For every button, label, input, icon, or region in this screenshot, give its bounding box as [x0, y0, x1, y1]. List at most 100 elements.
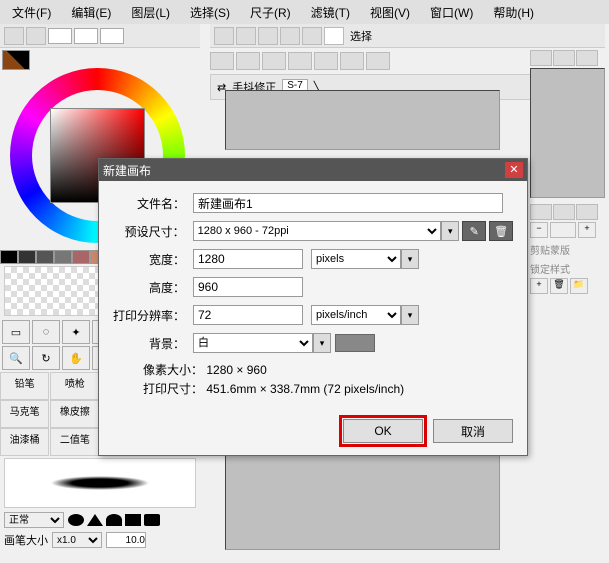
tool-b[interactable]	[236, 27, 256, 45]
doc-tab[interactable]	[340, 52, 364, 70]
tool-a[interactable]	[214, 27, 234, 45]
filename-input[interactable]	[193, 193, 503, 213]
tool-c[interactable]	[258, 27, 278, 45]
new-layer-btn[interactable]: +	[530, 278, 548, 294]
tab-bucket[interactable]: 油漆桶	[0, 428, 49, 456]
swatch[interactable]	[54, 250, 72, 264]
height-input[interactable]	[193, 277, 303, 297]
res-label: 打印分辨率：	[113, 307, 185, 324]
print-size-label: 打印尺寸：	[143, 382, 203, 396]
swatch[interactable]	[18, 250, 36, 264]
menu-select[interactable]: 选择(S)	[182, 2, 238, 23]
clip-mask-label: 剪贴蒙版	[530, 242, 605, 257]
layer-tab[interactable]	[553, 50, 575, 66]
cancel-button[interactable]: 取消	[433, 419, 513, 443]
layer-btn-row: + 🗑 📁	[530, 278, 605, 294]
layer-tab[interactable]	[576, 50, 598, 66]
menu-help[interactable]: 帮助(H)	[485, 2, 542, 23]
brush-size-label: 画笔大小	[4, 532, 48, 548]
shape-dome[interactable]	[106, 514, 122, 526]
tab-eraser[interactable]: 橡皮擦	[50, 400, 99, 428]
dialog-titlebar[interactable]: 新建画布 ✕	[99, 159, 527, 181]
zoom-tool[interactable]: 🔍	[2, 346, 30, 370]
top-toolbar: 选择	[210, 24, 605, 48]
swatch[interactable]	[36, 250, 54, 264]
val-input[interactable]	[100, 28, 124, 44]
bg-label: 背景：	[113, 335, 185, 352]
width-input[interactable]	[193, 249, 303, 269]
canvas-area-top[interactable]	[225, 90, 500, 150]
swatch[interactable]	[72, 250, 90, 264]
layer-tabs	[530, 50, 605, 66]
pen-icon[interactable]: ✎	[462, 221, 486, 241]
layer-list[interactable]	[530, 68, 605, 198]
hand-tool[interactable]: ✋	[62, 346, 90, 370]
menu-ruler[interactable]: 尺子(R)	[242, 2, 299, 23]
opacity-dec[interactable]: −	[530, 222, 548, 238]
sat-input[interactable]	[74, 28, 98, 44]
res-input[interactable]	[193, 305, 303, 325]
doc-tab[interactable]	[314, 52, 338, 70]
tab-airbrush[interactable]: 喷枪	[50, 372, 99, 400]
bg-select[interactable]: 白	[193, 333, 313, 353]
tool-e[interactable]	[302, 27, 322, 45]
layer-ctrl-row: − +	[530, 222, 605, 238]
blend-mode-select[interactable]: 正常	[4, 512, 64, 528]
opacity-val[interactable]	[550, 222, 576, 238]
doc-tab[interactable]	[366, 52, 390, 70]
menu-bar: 文件(F) 编辑(E) 图层(L) 选择(S) 尺子(R) 滤镜(T) 视图(V…	[0, 0, 609, 24]
palette-icon[interactable]	[26, 27, 46, 45]
hue-input[interactable]	[48, 28, 72, 44]
color-toolbar	[0, 24, 200, 48]
tool-f[interactable]	[324, 27, 344, 45]
tab-binary[interactable]: 二值笔	[50, 428, 99, 456]
tab-marker[interactable]: 马克笔	[0, 400, 49, 428]
res-unit-select[interactable]: pixels/inch	[311, 305, 401, 325]
layer-tab[interactable]	[576, 204, 598, 220]
doc-tab[interactable]	[236, 52, 260, 70]
tab-pencil[interactable]: 铅笔	[0, 372, 49, 400]
folder-btn[interactable]: 📁	[570, 278, 588, 294]
shape-tri[interactable]	[87, 514, 103, 526]
menu-file[interactable]: 文件(F)	[4, 2, 59, 23]
tool-d[interactable]	[280, 27, 300, 45]
brush-size-input[interactable]	[106, 532, 146, 548]
menu-window[interactable]: 窗口(W)	[422, 2, 481, 23]
trash-icon[interactable]: 🗑	[489, 221, 513, 241]
chevron-down-icon[interactable]: ▾	[313, 333, 331, 353]
close-icon[interactable]: ✕	[505, 162, 523, 178]
lasso-tool[interactable]: ◌	[32, 320, 60, 344]
shape-square[interactable]	[125, 514, 141, 526]
doc-tab[interactable]	[210, 52, 234, 70]
doc-tab[interactable]	[288, 52, 312, 70]
shape-soft[interactable]	[144, 514, 160, 526]
menu-layer[interactable]: 图层(L)	[123, 2, 178, 23]
chevron-down-icon[interactable]: ▾	[441, 221, 459, 241]
swatch[interactable]	[0, 250, 18, 264]
shape-round[interactable]	[68, 514, 84, 526]
select-tool[interactable]: ▭	[2, 320, 30, 344]
layer-tab[interactable]	[553, 204, 575, 220]
dialog-info: 像素大小： 1280 × 960 打印尺寸： 451.6mm × 338.7mm…	[143, 361, 513, 399]
wh-unit-select[interactable]: pixels	[311, 249, 401, 269]
layer-tab[interactable]	[530, 204, 552, 220]
opacity-inc[interactable]: +	[578, 222, 596, 238]
doc-tab[interactable]	[262, 52, 286, 70]
rotate-tool[interactable]: ↻	[32, 346, 60, 370]
px-size-label: 像素大小：	[143, 363, 203, 377]
menu-edit[interactable]: 编辑(E)	[63, 2, 119, 23]
layer-tab[interactable]	[530, 50, 552, 66]
wand-tool[interactable]: ✦	[62, 320, 90, 344]
current-color-swatch[interactable]	[2, 50, 30, 70]
chevron-down-icon[interactable]: ▾	[401, 305, 419, 325]
ok-button[interactable]: OK	[343, 419, 423, 443]
menu-view[interactable]: 视图(V)	[362, 2, 418, 23]
menu-filter[interactable]: 滤镜(T)	[303, 2, 358, 23]
bg-color-swatch[interactable]	[335, 334, 375, 352]
layer-tabs-2	[530, 204, 605, 220]
preset-select[interactable]: 1280 x 960 - 72ppi	[193, 221, 442, 241]
del-layer-btn[interactable]: 🗑	[550, 278, 568, 294]
brush-mult-select[interactable]: x1.0	[52, 532, 102, 548]
dropper-icon[interactable]	[4, 27, 24, 45]
chevron-down-icon[interactable]: ▾	[401, 249, 419, 269]
